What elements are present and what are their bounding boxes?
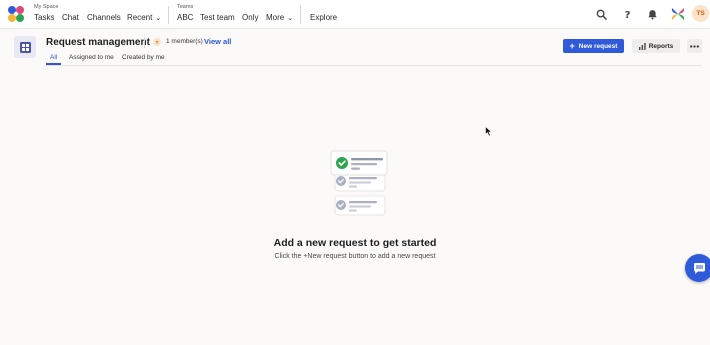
brand-logo-icon[interactable] [671,7,685,21]
mouse-cursor-icon [485,126,493,137]
nav-tasks[interactable]: Tasks [34,13,54,22]
nav-chat[interactable]: Chat [62,13,79,22]
nav-divider [300,6,301,24]
empty-state-subtitle: Click the +New request button to add a n… [274,253,436,260]
nav-channels[interactable]: Channels [87,13,121,22]
nav-more[interactable]: More ⌄ [266,13,293,22]
my-space-label: My Space [34,4,59,10]
nav-recent-label: Recent [127,13,153,22]
svg-text:?: ? [624,10,630,20]
view-all-members-link[interactable]: View all [204,37,231,46]
teams-label: Teams [177,4,194,10]
page-title: Request management [46,37,150,48]
reports-label: Reports [648,42,674,50]
nav-recent[interactable]: Recent ⌄ [127,13,161,22]
search-icon[interactable] [594,7,608,21]
plus-icon: + [569,40,575,51]
new-request-label: New request [578,42,618,50]
nav-explore[interactable]: Explore [310,13,337,22]
new-request-button[interactable]: + New request [563,39,624,53]
empty-state-title: Add a new request to get started [273,237,437,249]
nav-team-test-team[interactable]: Test team [200,13,235,22]
nav-team-only[interactable]: Only [242,13,258,22]
reports-button[interactable]: Reports [632,39,680,53]
bell-icon[interactable] [645,7,659,21]
nav-more-label: More [266,13,285,22]
empty-list-illustration [330,150,388,216]
tab-all[interactable]: All [50,54,57,61]
user-avatar[interactable]: TS [692,5,709,22]
member-count: 1 member(s) [166,38,203,45]
request-management-app-icon [14,36,36,58]
chevron-down-icon: ⌄ [155,15,162,22]
help-icon[interactable]: ? [620,7,634,21]
header-divider [144,37,145,48]
nav-team-abc[interactable]: ABC [177,13,193,22]
nav-divider [168,6,169,24]
top-navigation-bar: My Space Tasks Chat Channels Recent ⌄ Tea… [0,0,710,29]
app-logo-icon[interactable] [7,5,25,23]
member-avatar: T [153,38,161,46]
chat-bubble-icon [693,262,705,274]
more-options-button[interactable] [687,39,702,53]
tab-assigned-to-me[interactable]: Assigned to me [69,54,114,61]
tab-created-by-me[interactable]: Created by me [122,54,165,61]
chevron-down-icon: ⌄ [287,15,294,22]
header-divider-line [46,65,702,66]
chat-support-button[interactable] [685,254,710,282]
more-horizontal-icon [690,44,699,48]
bar-chart-icon [638,42,646,50]
